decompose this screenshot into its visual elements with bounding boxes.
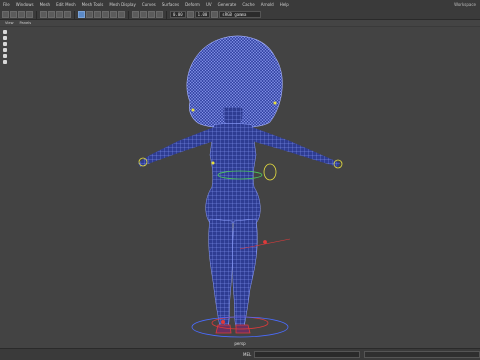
paint-tool-icon[interactable] xyxy=(3,42,7,46)
xray-icon[interactable] xyxy=(132,11,139,18)
image-plane-icon[interactable] xyxy=(26,11,33,18)
gate-mask-icon[interactable] xyxy=(64,11,71,18)
toolbar-divider xyxy=(166,10,167,19)
knee-control xyxy=(263,240,267,244)
move-tool-icon[interactable] xyxy=(3,48,7,52)
script-language-label[interactable]: MEL xyxy=(240,352,254,357)
lights-icon[interactable] xyxy=(110,11,117,18)
select-tool-icon[interactable] xyxy=(3,30,7,34)
elbow-locator xyxy=(211,161,215,165)
film-gate-icon[interactable] xyxy=(48,11,55,18)
viewport-canvas[interactable] xyxy=(0,27,480,348)
resolution-gate-icon[interactable] xyxy=(56,11,63,18)
toolbar-divider xyxy=(74,10,75,19)
menu-generate[interactable]: Generate xyxy=(215,0,240,10)
wireframe-on-shaded-icon[interactable] xyxy=(94,11,101,18)
menu-file[interactable]: File xyxy=(0,0,13,10)
menu-deform[interactable]: Deform xyxy=(182,0,203,10)
menu-curves[interactable]: Curves xyxy=(139,0,159,10)
left-arm-mesh[interactable] xyxy=(138,127,214,167)
main-menubar: File Windows Mesh Edit Mesh Mesh Tools M… xyxy=(0,0,480,10)
command-result xyxy=(364,351,480,358)
menu-cache[interactable]: Cache xyxy=(239,0,257,10)
workspace-label[interactable]: Workspace xyxy=(454,0,476,10)
camera-attributes-icon[interactable] xyxy=(10,11,17,18)
menu-mesh[interactable]: Mesh xyxy=(37,0,54,10)
menu-help[interactable]: Help xyxy=(277,0,292,10)
menu-mesh-tools[interactable]: Mesh Tools xyxy=(79,0,107,10)
isolate-select-icon[interactable] xyxy=(148,11,155,18)
shoulder-locator xyxy=(191,108,195,112)
menu-uv[interactable]: UV xyxy=(203,0,215,10)
menu-arnold[interactable]: Arnold xyxy=(258,0,277,10)
menu-mesh-display[interactable]: Mesh Display xyxy=(106,0,139,10)
gamma-field[interactable]: 1.00 xyxy=(194,11,211,18)
xray-joints-icon[interactable] xyxy=(140,11,147,18)
grid-icon[interactable] xyxy=(40,11,47,18)
select-camera-icon[interactable] xyxy=(2,11,9,18)
toolbar-divider xyxy=(36,10,37,19)
hip-ik-control xyxy=(263,163,277,181)
command-input[interactable] xyxy=(254,351,361,358)
smooth-shade-icon[interactable] xyxy=(86,11,93,18)
menu-edit-mesh[interactable]: Edit Mesh xyxy=(53,0,79,10)
right-leg-mesh[interactable] xyxy=(232,218,258,328)
menu-windows[interactable]: Windows xyxy=(13,0,37,10)
color-management-icon[interactable] xyxy=(211,11,219,18)
lasso-tool-icon[interactable] xyxy=(3,36,7,40)
gamma-icon[interactable] xyxy=(186,11,194,18)
perspective-viewport[interactable] xyxy=(0,27,480,348)
view-transform-field[interactable]: sRGB gamma xyxy=(219,11,262,18)
left-leg-mesh[interactable] xyxy=(208,218,234,328)
viewport-toolbar: 0.00 1.00 sRGB gamma xyxy=(0,10,480,20)
shoulder-locator xyxy=(273,101,277,105)
shadows-icon[interactable] xyxy=(118,11,125,18)
panel-menu-view[interactable]: View xyxy=(2,21,17,25)
menu-surfaces[interactable]: Surfaces xyxy=(159,0,182,10)
rotate-tool-icon[interactable] xyxy=(3,54,7,58)
panel-menu-panels[interactable]: Panels xyxy=(17,21,35,25)
scale-tool-icon[interactable] xyxy=(3,60,7,64)
camera-name-label: persp xyxy=(234,341,246,346)
textured-icon[interactable] xyxy=(102,11,109,18)
exposure-field[interactable]: 0.00 xyxy=(170,11,186,18)
left-foot-mesh[interactable] xyxy=(215,324,232,334)
toolbar-divider xyxy=(128,10,129,19)
ambient-occlusion-icon[interactable] xyxy=(156,11,163,18)
command-line: MEL xyxy=(0,348,480,360)
right-arm-mesh[interactable] xyxy=(252,127,340,167)
bookmark-icon[interactable] xyxy=(18,11,25,18)
heel-locator xyxy=(221,320,225,324)
wireframe-icon[interactable] xyxy=(78,11,85,18)
viewport-tool-strip xyxy=(0,27,10,67)
panel-menubar: View Panels xyxy=(0,20,480,27)
